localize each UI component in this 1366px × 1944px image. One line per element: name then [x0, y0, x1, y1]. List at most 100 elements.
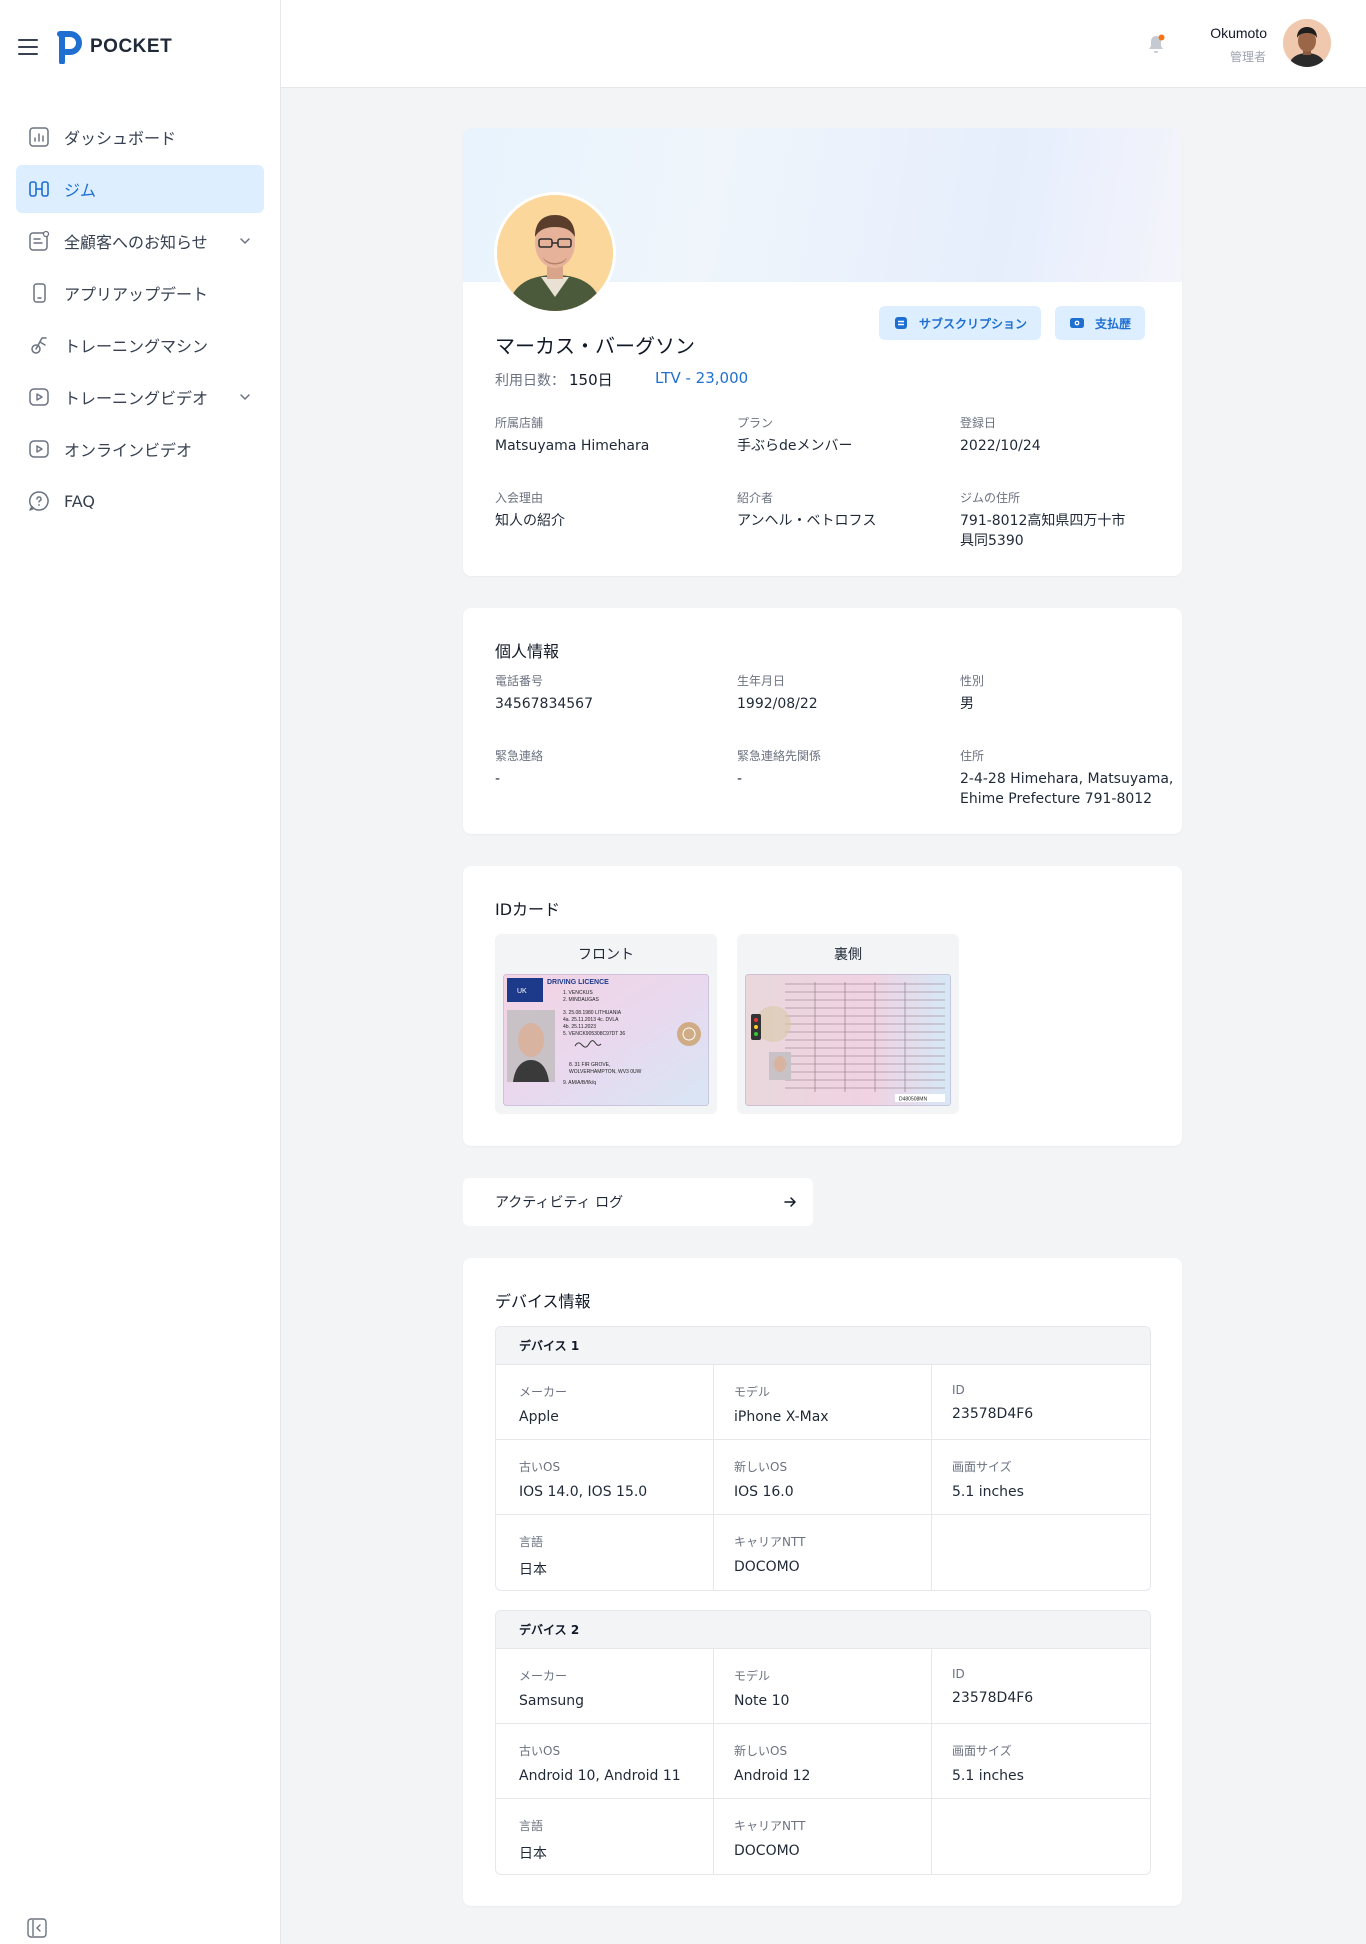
driving-licence-front-image: UK DRIVING LICENCE 1. VENCKUS 2. MINDAUG…: [503, 974, 709, 1106]
sidebar: POCKET ダッシュボード ジム 全顧客へのお知らせ アプリアップデート トレ…: [0, 0, 281, 1944]
device-cell-model: モデル iPhone X-Max: [714, 1365, 932, 1439]
id-back-serial: D480508MN: [899, 1097, 927, 1103]
subscription-button[interactable]: サブスクリプション: [879, 306, 1042, 340]
device-info-title: デバイス情報: [495, 1292, 591, 1311]
video-icon: [29, 440, 49, 458]
payment-icon: [1070, 318, 1084, 328]
machine-icon: [31, 337, 47, 354]
member-photo-image: [497, 195, 613, 311]
new-os-value: IOS 16.0: [734, 1484, 794, 1500]
id-line5: 4b. 25.11.2023: [563, 1024, 596, 1030]
sidebar-item-label: オンラインビデオ: [64, 441, 193, 460]
sidebar-item-faq[interactable]: FAQ: [16, 477, 264, 525]
sidebar-item-label: アプリアップデート: [64, 285, 209, 304]
referrer-label: 紹介者: [737, 491, 774, 505]
chevron-down-icon[interactable]: [238, 390, 252, 404]
chevron-down-icon[interactable]: [238, 234, 252, 248]
address-line1: 2-4-28 Himehara, Matsuyama,: [960, 771, 1174, 787]
member-name: マーカス・バーグソン: [495, 334, 695, 358]
gym-address-label: ジムの住所: [960, 491, 1021, 505]
new-os-label: 新しいOS: [734, 1460, 788, 1474]
screen-size-value: 5.1 inches: [952, 1768, 1024, 1784]
id-line3: 3. 25.08.1980 LITHUANIA: [563, 1010, 622, 1016]
user-name[interactable]: Okumoto: [1210, 25, 1267, 41]
ltv-value: LTV - 23,000: [655, 369, 749, 387]
sidebar-item-announcements[interactable]: 全顧客へのお知らせ: [16, 217, 264, 265]
device-cell-model: モデル Note 10: [714, 1649, 932, 1723]
id-line6: 5. VENCK905308C97DT 36: [563, 1031, 625, 1037]
join-reason-value: 知人の紹介: [495, 513, 565, 529]
device-row: 言語 日本 キャリアNTT DOCOMO: [496, 1515, 1150, 1590]
emergency-relation-value: -: [737, 771, 743, 787]
device-row: 古いOS Android 10, Android 11 新しいOS Android …: [496, 1724, 1150, 1799]
language-value: 日本: [519, 1846, 547, 1862]
plan-label: プラン: [737, 416, 774, 430]
driving-licence-back-image: D480508MN: [745, 974, 951, 1106]
id-back-label: 裏側: [834, 947, 862, 963]
new-os-value: Android 12: [734, 1768, 811, 1784]
carrier-value: DOCOMO: [734, 1843, 800, 1859]
chart-icon: [29, 127, 49, 147]
carrier-value: DOCOMO: [734, 1559, 800, 1575]
carrier-label: キャリアNTT: [734, 1535, 806, 1549]
avatar[interactable]: [1283, 19, 1331, 67]
activity-log-link[interactable]: アクティビティ ログ: [463, 1178, 813, 1226]
device-row: メーカー Apple モデル iPhone X-Max ID 23578D4F6: [496, 1365, 1150, 1440]
id-line8: WOLVERHAMPTON, WV3 0UW: [569, 1069, 642, 1075]
device-cell-id: ID 23578D4F6: [932, 1649, 1150, 1723]
sidebar-item-training-machine[interactable]: トレーニングマシン: [16, 321, 264, 369]
device-cell-new-os: 新しいOS IOS 16.0: [714, 1440, 932, 1514]
pocket-logo-icon[interactable]: [56, 30, 82, 64]
new-os-label: 新しいOS: [734, 1744, 788, 1758]
user-avatar-image: [1283, 19, 1331, 67]
id-value: 23578D4F6: [952, 1690, 1034, 1706]
sidebar-item-gym[interactable]: ジム: [16, 165, 264, 213]
id-label: ID: [952, 1383, 965, 1397]
device-info-card: デバイス情報 デバイス 1 メーカー Apple モデル iPhone X-Max …: [463, 1258, 1182, 1906]
id-country: UK: [517, 988, 527, 995]
id-front-image[interactable]: UK DRIVING LICENCE 1. VENCKUS 2. MINDAUG…: [503, 974, 709, 1106]
id-card-front[interactable]: フロント UK DRIVING LICENCE 1. VENCKUS 2. MI…: [495, 934, 717, 1114]
sidebar-item-app-update[interactable]: アプリアップデート: [16, 269, 264, 317]
sidebar-item-online-video[interactable]: オンラインビデオ: [16, 425, 264, 473]
member-photo: [494, 192, 616, 314]
birthdate-value: 1992/08/22: [737, 696, 818, 712]
brand: POCKET: [18, 30, 172, 64]
model-value: iPhone X-Max: [734, 1409, 829, 1425]
device-cell-empty: [932, 1515, 1150, 1590]
device-name: デバイス 2: [496, 1611, 1150, 1649]
sidebar-item-dashboard[interactable]: ダッシュボード: [16, 113, 264, 161]
sidebar-item-label: FAQ: [64, 491, 95, 511]
device-cell-language: 言語 日本: [496, 1515, 714, 1590]
old-os-value: Android 10, Android 11: [519, 1768, 681, 1784]
id-line1: 1. VENCKUS: [563, 990, 593, 996]
old-os-value: IOS 14.0, IOS 15.0: [519, 1484, 648, 1500]
hamburger-menu-icon[interactable]: [18, 39, 38, 55]
device-cell-old-os: 古いOS Android 10, Android 11: [496, 1724, 714, 1798]
sidebar-item-training-video[interactable]: トレーニングビデオ: [16, 373, 264, 421]
id-card-section: IDカード フロント UK DRIVING LICENCE 1. VENCKUS…: [463, 866, 1182, 1146]
payment-history-button[interactable]: 支払歴: [1055, 306, 1146, 340]
collapse-sidebar-icon[interactable]: [27, 1918, 47, 1938]
gym-address-line2: 具同5390: [960, 533, 1024, 549]
store-label: 所属店舗: [495, 416, 544, 430]
subscription-button-label: サブスクリプション: [919, 316, 1028, 331]
top-bar: Okumoto 管理者: [281, 0, 1366, 88]
device-cell-maker: メーカー Apple: [496, 1365, 714, 1439]
birthdate-label: 生年月日: [737, 674, 786, 688]
id-card-back[interactable]: 裏側 D480508MN: [737, 934, 959, 1114]
device-cell-id: ID 23578D4F6: [932, 1365, 1150, 1439]
emergency-contact-value: -: [495, 771, 501, 787]
device-cell-old-os: 古いOS IOS 14.0, IOS 15.0: [496, 1440, 714, 1514]
id-line2: 2. MINDAUGAS: [563, 997, 600, 1003]
model-label: モデル: [734, 1385, 771, 1399]
device-cell-screen: 画面サイズ 5.1 inches: [932, 1440, 1150, 1514]
language-label: 言語: [519, 1819, 544, 1833]
notification-bell-icon[interactable]: [1146, 33, 1166, 55]
device-row: 古いOS IOS 14.0, IOS 15.0 新しいOS IOS 16.0 画面サ…: [496, 1440, 1150, 1515]
registered-date-label: 登録日: [960, 416, 997, 430]
id-back-image[interactable]: D480508MN: [745, 974, 951, 1106]
model-value: Note 10: [734, 1693, 790, 1709]
gym-address-line1: 791-8012高知県四万十市: [960, 513, 1126, 529]
device-cell-screen: 画面サイズ 5.1 inches: [932, 1724, 1150, 1798]
